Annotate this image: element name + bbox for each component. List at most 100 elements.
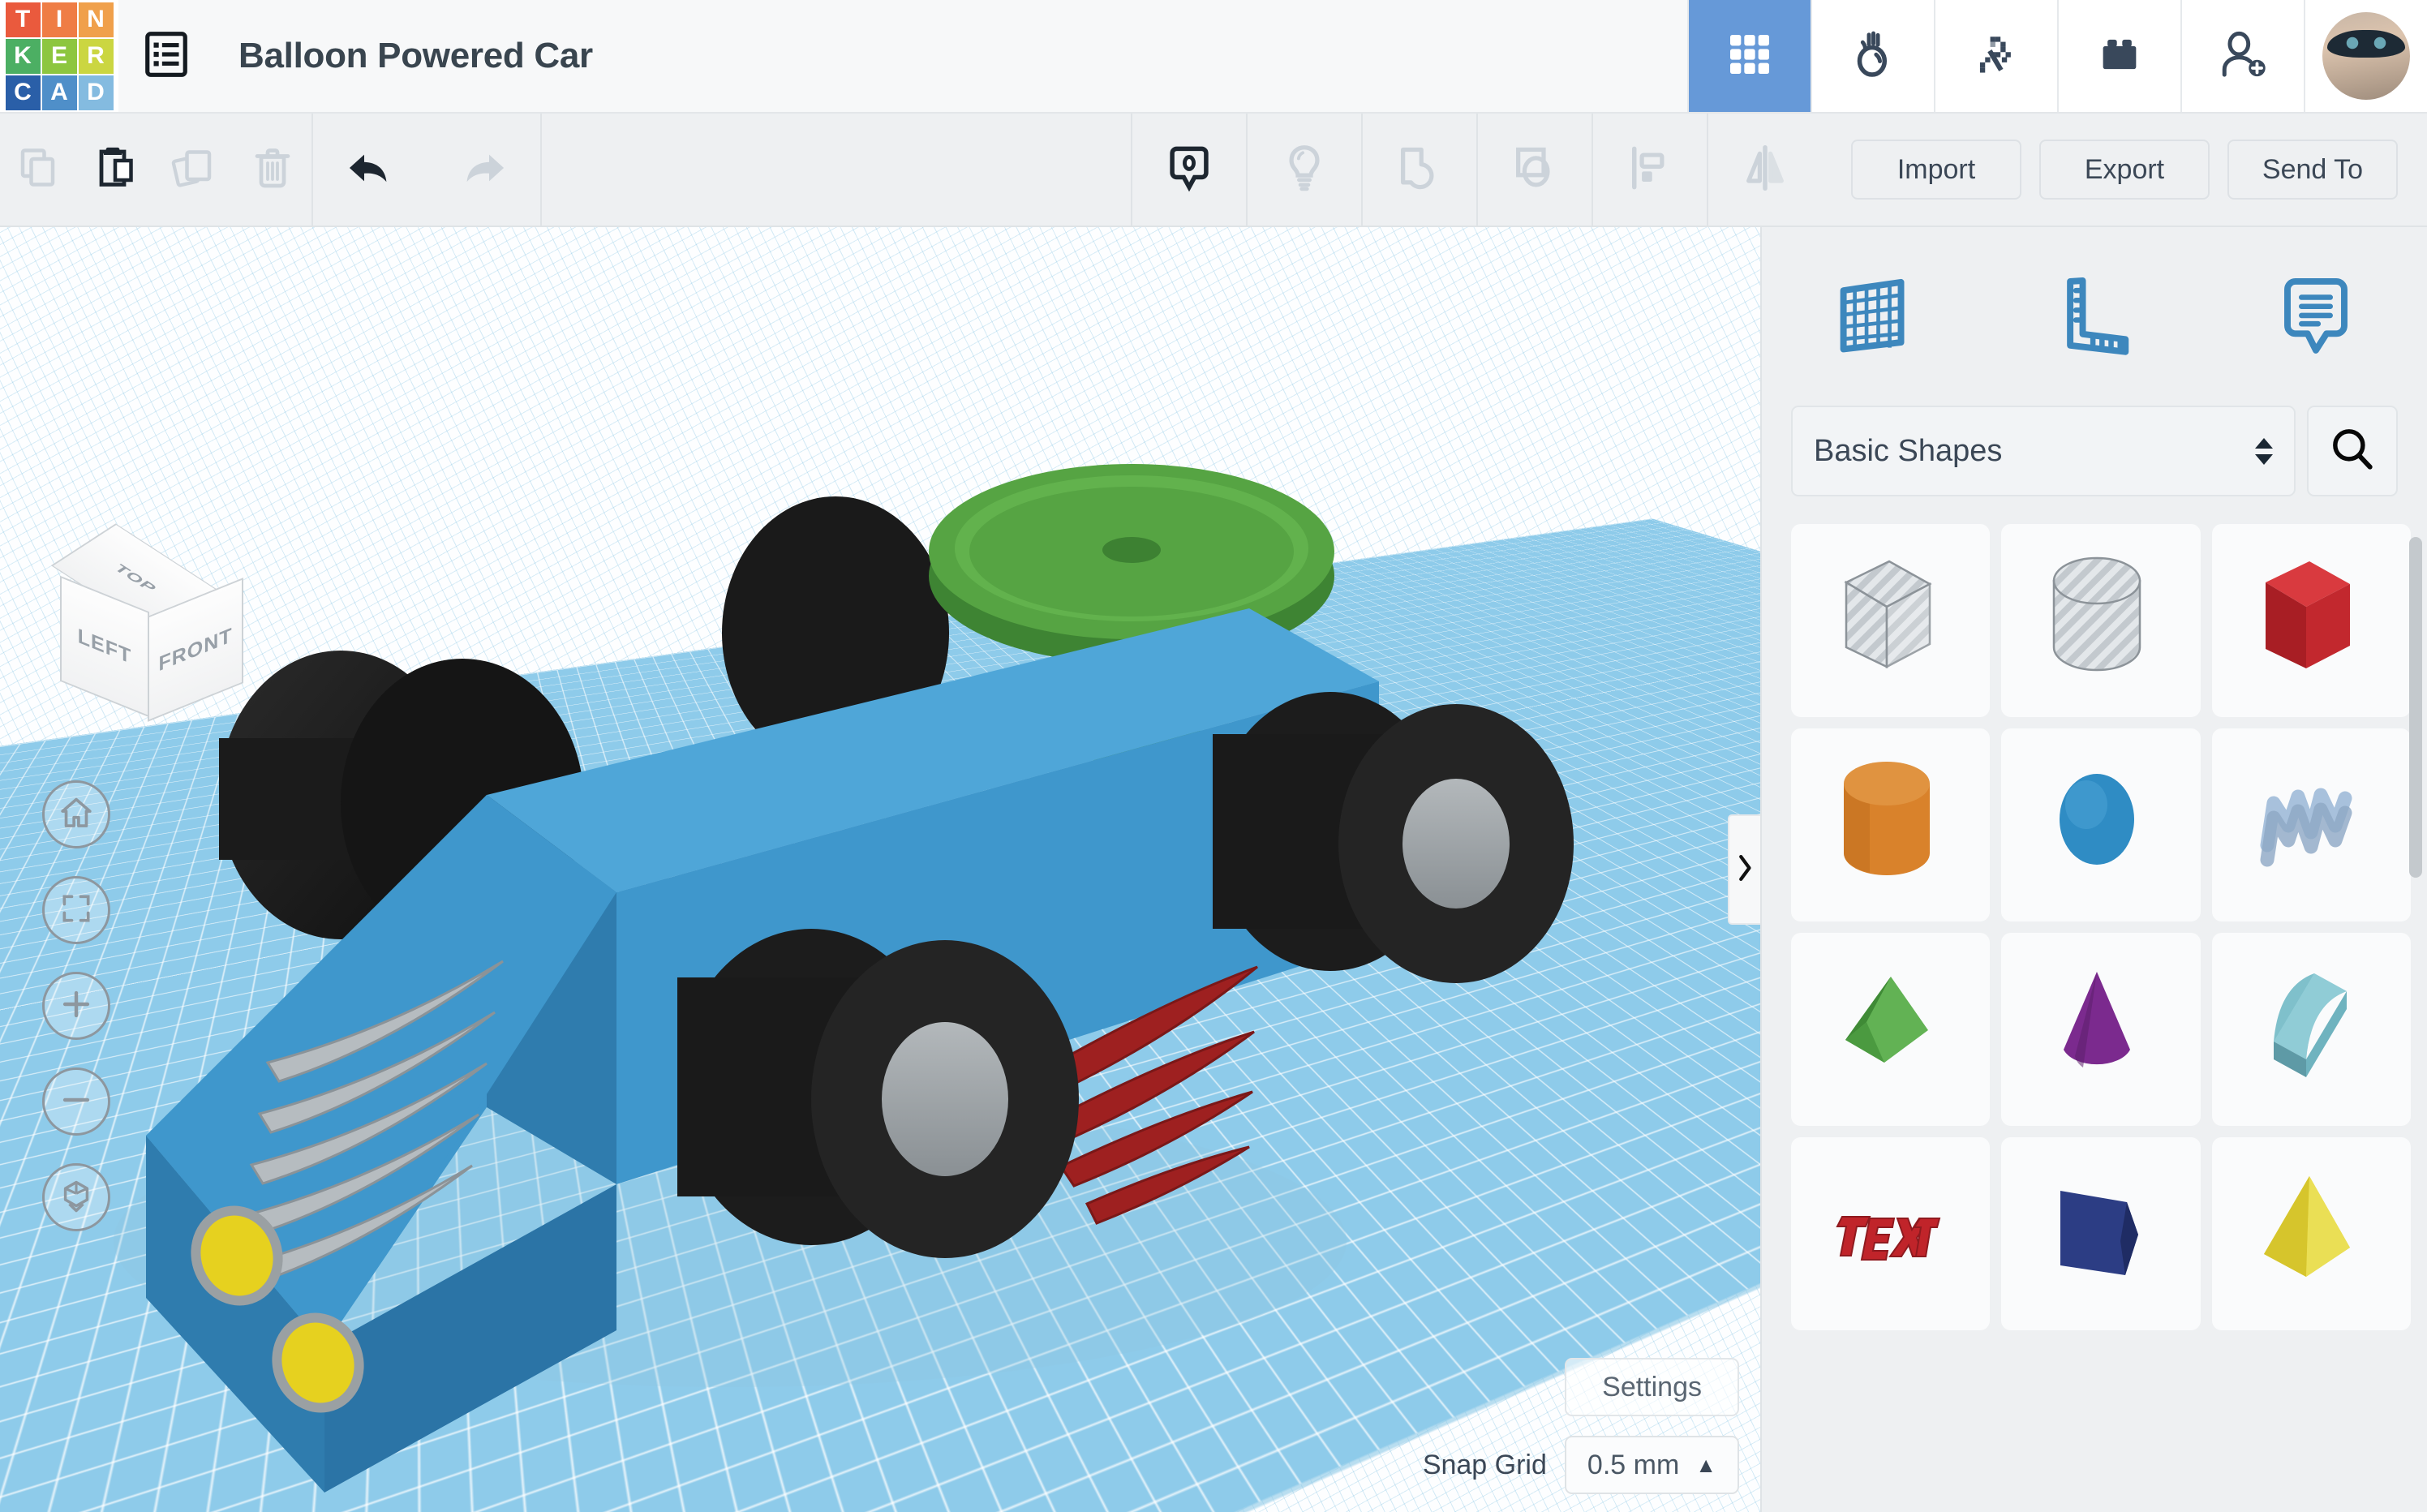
sphere-blue-icon — [2036, 748, 2166, 902]
export-button[interactable]: Export — [2039, 140, 2210, 200]
shape-item-wedge-navy[interactable] — [2001, 1137, 2201, 1330]
edit-toolbar: Import Export Send To — [0, 114, 2427, 227]
ortho-toggle-button[interactable] — [42, 1163, 110, 1231]
shape-item-sphere-blue[interactable] — [2001, 728, 2201, 921]
panel-tab-note[interactable] — [2206, 269, 2427, 364]
tinkercad-app: TINKERCAD Balloon Powered Car Import Exp… — [0, 0, 2427, 1512]
tinkercad-logo[interactable]: TIN KER CAD — [0, 0, 118, 112]
header-tool-bricks[interactable] — [2057, 0, 2180, 112]
view-navigation-controls — [42, 780, 110, 1231]
shape-category-select[interactable]: Basic Shapes — [1791, 406, 2296, 496]
align-button[interactable] — [1593, 114, 1707, 226]
snap-grid-control: Snap Grid 0.5 mm ▲ — [1423, 1436, 1739, 1494]
undo-arrow-icon — [341, 140, 398, 200]
avatar — [2322, 12, 2410, 100]
undo-button[interactable] — [313, 114, 427, 226]
shape-item-scribble[interactable] — [2211, 728, 2411, 921]
roof-teal-icon — [2246, 952, 2376, 1106]
view-cube[interactable]: TOP LEFT FRONT — [42, 513, 269, 724]
logo-tile-e: E — [41, 38, 77, 74]
header-tool-codeblocks[interactable] — [1934, 0, 2057, 112]
shape-item-cone-purple[interactable] — [2001, 933, 2201, 1126]
shapes-panel: Basic Shapes — [1760, 227, 2427, 1512]
snap-grid-select[interactable]: 0.5 mm ▲ — [1564, 1436, 1739, 1494]
group-button[interactable] — [1363, 114, 1476, 226]
import-button[interactable]: Import — [1851, 140, 2021, 200]
note-button[interactable] — [1132, 114, 1246, 226]
shape-item-pyramid-yellow[interactable] — [2211, 1137, 2411, 1330]
shape-search-button[interactable] — [2307, 406, 2398, 496]
logo-tile-n: N — [78, 2, 114, 37]
copy-icon — [15, 144, 63, 196]
home-view-button[interactable] — [42, 780, 110, 848]
panel-tool-tabs — [1762, 227, 2427, 406]
document-title[interactable]: Balloon Powered Car — [214, 0, 1687, 112]
home-icon — [58, 794, 95, 835]
redo-button[interactable] — [427, 114, 540, 226]
cone-purple-icon — [2036, 952, 2166, 1106]
paste-button[interactable] — [78, 114, 156, 226]
mirror-button[interactable] — [1708, 114, 1822, 226]
group-shapes-icon — [1393, 141, 1446, 199]
send-to-button[interactable]: Send To — [2227, 140, 2398, 200]
panel-tab-workplane[interactable] — [1762, 269, 1983, 364]
shape-panel-scrollbar[interactable] — [2409, 537, 2422, 878]
shape-item-box-red[interactable] — [2211, 524, 2411, 717]
shape-item-roof-teal[interactable] — [2211, 933, 2411, 1126]
box-hole-icon — [1826, 543, 1956, 698]
shape-item-box-hole[interactable] — [1791, 524, 1991, 717]
snap-grid-label: Snap Grid — [1422, 1449, 1547, 1480]
clipboard-group — [0, 114, 311, 226]
logo-tile-i: I — [41, 2, 77, 37]
ungroup-button[interactable] — [1478, 114, 1592, 226]
zoom-in-button[interactable] — [42, 972, 110, 1040]
lightbulb-icon — [1278, 141, 1331, 199]
hint-button[interactable] — [1248, 114, 1361, 226]
shape-item-cylinder-hole[interactable] — [2001, 524, 2201, 717]
fit-to-view-button[interactable] — [42, 876, 110, 944]
fit-frame-icon — [58, 891, 94, 930]
zoom-out-button[interactable] — [42, 1067, 110, 1136]
user-avatar[interactable] — [2304, 0, 2427, 112]
cylinder-hole-icon — [2036, 543, 2166, 698]
note-pin-icon — [1162, 141, 1216, 199]
header-tool-invite[interactable] — [2180, 0, 2304, 112]
3d-canvas[interactable]: TOP LEFT FRONT Settings Snap Grid 0.5 mm… — [0, 227, 1760, 1512]
shape-category-row: Basic Shapes — [1762, 406, 2427, 524]
logo-tile-c: C — [5, 75, 41, 110]
duplicate-button[interactable] — [156, 114, 234, 226]
app-header: TIN KER CAD Balloon Powered Car — [0, 0, 2427, 114]
logo-tile-d: D — [78, 75, 114, 110]
pyramid-green-icon — [1826, 952, 1956, 1106]
shape-grid — [1791, 524, 2411, 1330]
panel-tab-ruler[interactable] — [1983, 269, 2205, 364]
logo-tile-k: K — [5, 38, 41, 74]
settings-button[interactable]: Settings — [1565, 1358, 1739, 1416]
panel-collapse-button[interactable] — [1728, 814, 1760, 925]
pyramid-yellow-icon — [2246, 1157, 2376, 1311]
caret-up-icon: ▲ — [1695, 1452, 1716, 1477]
header-tool-designs-grid[interactable] — [1687, 0, 1811, 112]
history-group — [313, 114, 540, 226]
pickaxe-icon — [1970, 28, 2023, 85]
shape-item-cylinder-orange[interactable] — [1791, 728, 1991, 921]
canvas-bottom-controls: Settings Snap Grid 0.5 mm ▲ — [1423, 1358, 1739, 1494]
shape-item-pyramid-green[interactable] — [1791, 933, 1991, 1126]
logo-tile-r: R — [78, 38, 114, 74]
logo-tile-t: T — [5, 2, 41, 37]
minus-icon — [58, 1082, 94, 1122]
chevron-right-icon — [1734, 850, 1755, 890]
chevron-updown-icon — [2255, 437, 2273, 465]
header-tool-circuits[interactable] — [1811, 0, 1934, 112]
lego-brick-icon — [2093, 28, 2146, 85]
ruler-icon — [2049, 269, 2140, 364]
list-menu-icon — [141, 29, 191, 84]
shape-item-text-red[interactable] — [1791, 1137, 1991, 1330]
copy-button[interactable] — [0, 114, 78, 226]
ungroup-shapes-icon — [1508, 141, 1561, 199]
note-bubble-icon — [2270, 269, 2361, 364]
delete-button[interactable] — [234, 114, 311, 226]
shape-library[interactable] — [1762, 524, 2427, 1512]
project-menu-button[interactable] — [118, 0, 214, 112]
